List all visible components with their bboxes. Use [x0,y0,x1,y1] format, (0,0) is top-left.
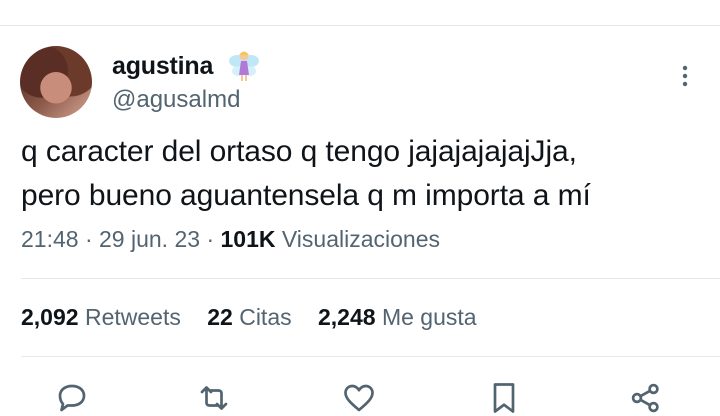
views-count: 101K [220,226,276,252]
divider [21,356,720,357]
tweet-time[interactable]: 21:48 [21,226,79,252]
tweet-date[interactable]: 29 jun. 23 [99,226,200,252]
retweets-count: 2,092 [21,304,79,330]
avatar[interactable] [20,46,92,118]
likes-count: 2,248 [318,304,376,330]
reply-icon[interactable] [54,380,90,416]
divider [21,278,720,279]
tweet-text-line: pero bueno aguantensela q m importa a mí [21,179,591,212]
views-label: Visualizaciones [281,226,440,252]
meta-separator: · [206,226,215,252]
more-vertical-icon[interactable] [680,64,690,88]
quotes-label: Citas [239,304,292,330]
tweet-text-line: q caracter del ortaso q tengo jajajajaja… [21,135,577,168]
quotes-count: 22 [207,304,233,330]
bookmark-icon[interactable] [486,380,522,416]
heart-icon[interactable] [341,380,377,416]
username[interactable]: @agusalmd [112,86,240,114]
share-icon[interactable] [628,380,664,416]
meta-separator: · [84,226,93,252]
retweet-icon[interactable] [196,380,232,416]
tweet-text: q caracter del ortaso q tengo jajajajaja… [21,130,711,218]
likes-label: Me gusta [381,304,477,330]
retweets-stat[interactable]: 2,092 Retweets [21,304,187,330]
tweet-meta: 21:48 · 29 jun. 23 · 101K Visualizacione… [21,226,440,253]
quotes-stat[interactable]: 22 Citas [207,304,298,330]
fairy-emoji-icon [229,51,259,81]
likes-stat[interactable]: 2,248 Me gusta [318,304,477,330]
top-divider [0,25,720,26]
display-name[interactable]: agustina [112,52,213,81]
action-bar [0,380,720,413]
retweets-label: Retweets [84,304,181,330]
engagement-stats: 2,092 Retweets 22 Citas 2,248 Me gusta [21,304,497,331]
